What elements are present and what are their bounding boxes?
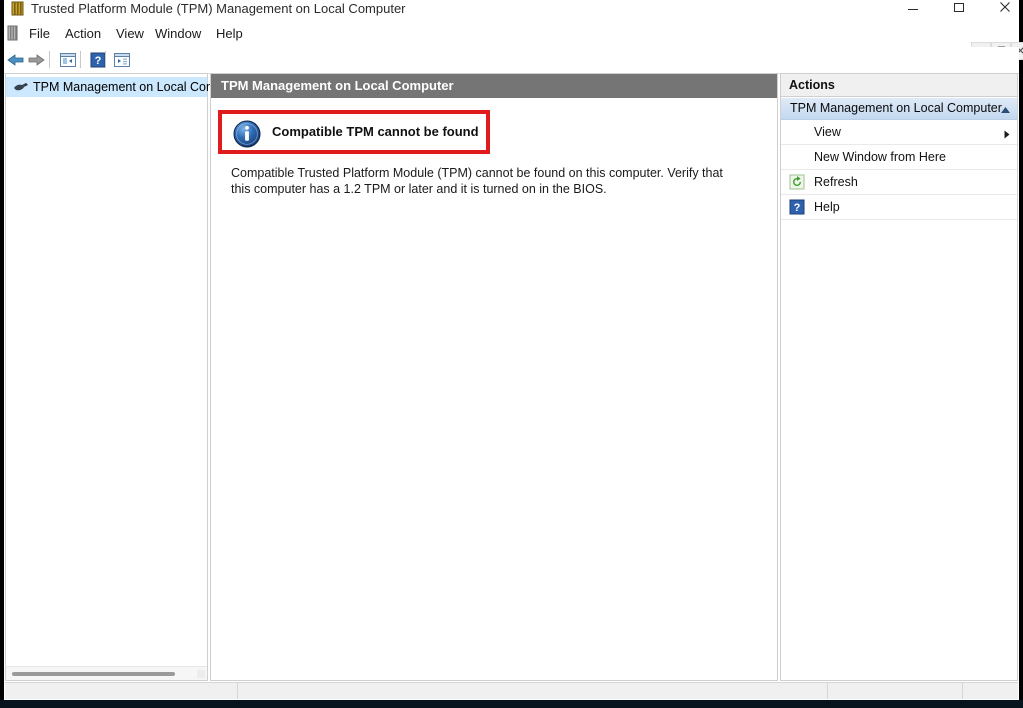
alert-annotation-box: Compatible TPM cannot be found: [218, 110, 490, 154]
console-window-icon: [10, 1, 26, 17]
help-icon: ?: [789, 199, 805, 215]
export-list-icon[interactable]: [110, 49, 133, 71]
center-pane-header: TPM Management on Local Computer: [211, 74, 777, 98]
window-maximize-button[interactable]: [936, 0, 982, 18]
sidebar-item-label: TPM Management on Local Comp: [33, 77, 223, 97]
console-menu-icon: [6, 25, 20, 41]
action-item-view[interactable]: View: [781, 120, 1017, 145]
submenu-arrow-icon: [1004, 128, 1010, 137]
center-result-pane: TPM Management on Local Computer: [210, 73, 778, 681]
menu-bar: File Action View Window Help: [4, 20, 1019, 48]
tree-horizontal-scrollbar[interactable]: [6, 666, 207, 680]
action-item-label: New Window from Here: [814, 145, 946, 169]
actions-group-label: TPM Management on Local Computer: [790, 98, 1002, 119]
status-bar-segment: [237, 683, 828, 699]
action-item-label: View: [814, 120, 841, 144]
bottom-border-strip: [0, 700, 1023, 708]
action-item-label: Help: [814, 195, 840, 219]
status-bar-segment: [962, 683, 1019, 699]
toolbar: ?: [4, 47, 1019, 74]
mmc-application-window: Trusted Platform Module (TPM) Management…: [4, 0, 1019, 700]
actions-group-header[interactable]: TPM Management on Local Computer: [781, 98, 1017, 120]
action-item-help[interactable]: ? Help: [781, 195, 1017, 220]
title-bar: Trusted Platform Module (TPM) Management…: [4, 0, 1019, 20]
panes-container: TPM Management on Local Comp TPM Managem…: [4, 73, 1019, 681]
action-item-refresh[interactable]: Refresh: [781, 170, 1017, 195]
window-close-button[interactable]: [982, 0, 1019, 18]
forward-arrow-icon[interactable]: [24, 49, 47, 71]
action-item-label: Refresh: [814, 170, 858, 194]
sidebar-item-tpm-management[interactable]: TPM Management on Local Comp: [6, 77, 207, 97]
actions-header-label: Actions: [789, 74, 835, 96]
menu-item-action[interactable]: Action: [56, 20, 110, 47]
refresh-icon: [789, 174, 805, 190]
actions-pane-header: Actions: [781, 74, 1017, 97]
toolbar-separator: [105, 51, 106, 68]
right-border-strip: [1019, 0, 1023, 708]
info-icon: [233, 120, 261, 148]
console-tree-pane: TPM Management on Local Comp: [5, 73, 208, 681]
status-bar-segment: [827, 683, 963, 699]
svg-text:?: ?: [94, 55, 101, 67]
status-bar: [5, 682, 1018, 699]
action-item-new-window-from-here[interactable]: New Window from Here: [781, 145, 1017, 170]
page-title: TPM Management on Local Computer: [221, 74, 454, 98]
alert-body-text: Compatible Trusted Platform Module (TPM)…: [231, 166, 739, 197]
svg-text:?: ?: [794, 202, 801, 214]
window-title: Trusted Platform Module (TPM) Management…: [31, 0, 406, 18]
actions-pane: Actions TPM Management on Local Computer…: [780, 73, 1018, 681]
window-minimize-button[interactable]: [890, 0, 936, 18]
show-tree-icon[interactable]: [56, 49, 79, 71]
menu-item-help[interactable]: Help: [207, 20, 252, 47]
toolbar-separator: [80, 51, 81, 68]
menu-item-file[interactable]: File: [20, 20, 59, 47]
tree-scrollbar-thumb[interactable]: [12, 672, 175, 676]
menu-item-window[interactable]: Window: [146, 20, 210, 47]
chevron-up-icon[interactable]: [1000, 104, 1011, 113]
alert-title: Compatible TPM cannot be found: [272, 114, 479, 150]
tpm-node-icon: [13, 80, 30, 94]
toolbar-separator: [49, 51, 50, 68]
tree-scrollbar-track-end[interactable]: [197, 670, 205, 678]
